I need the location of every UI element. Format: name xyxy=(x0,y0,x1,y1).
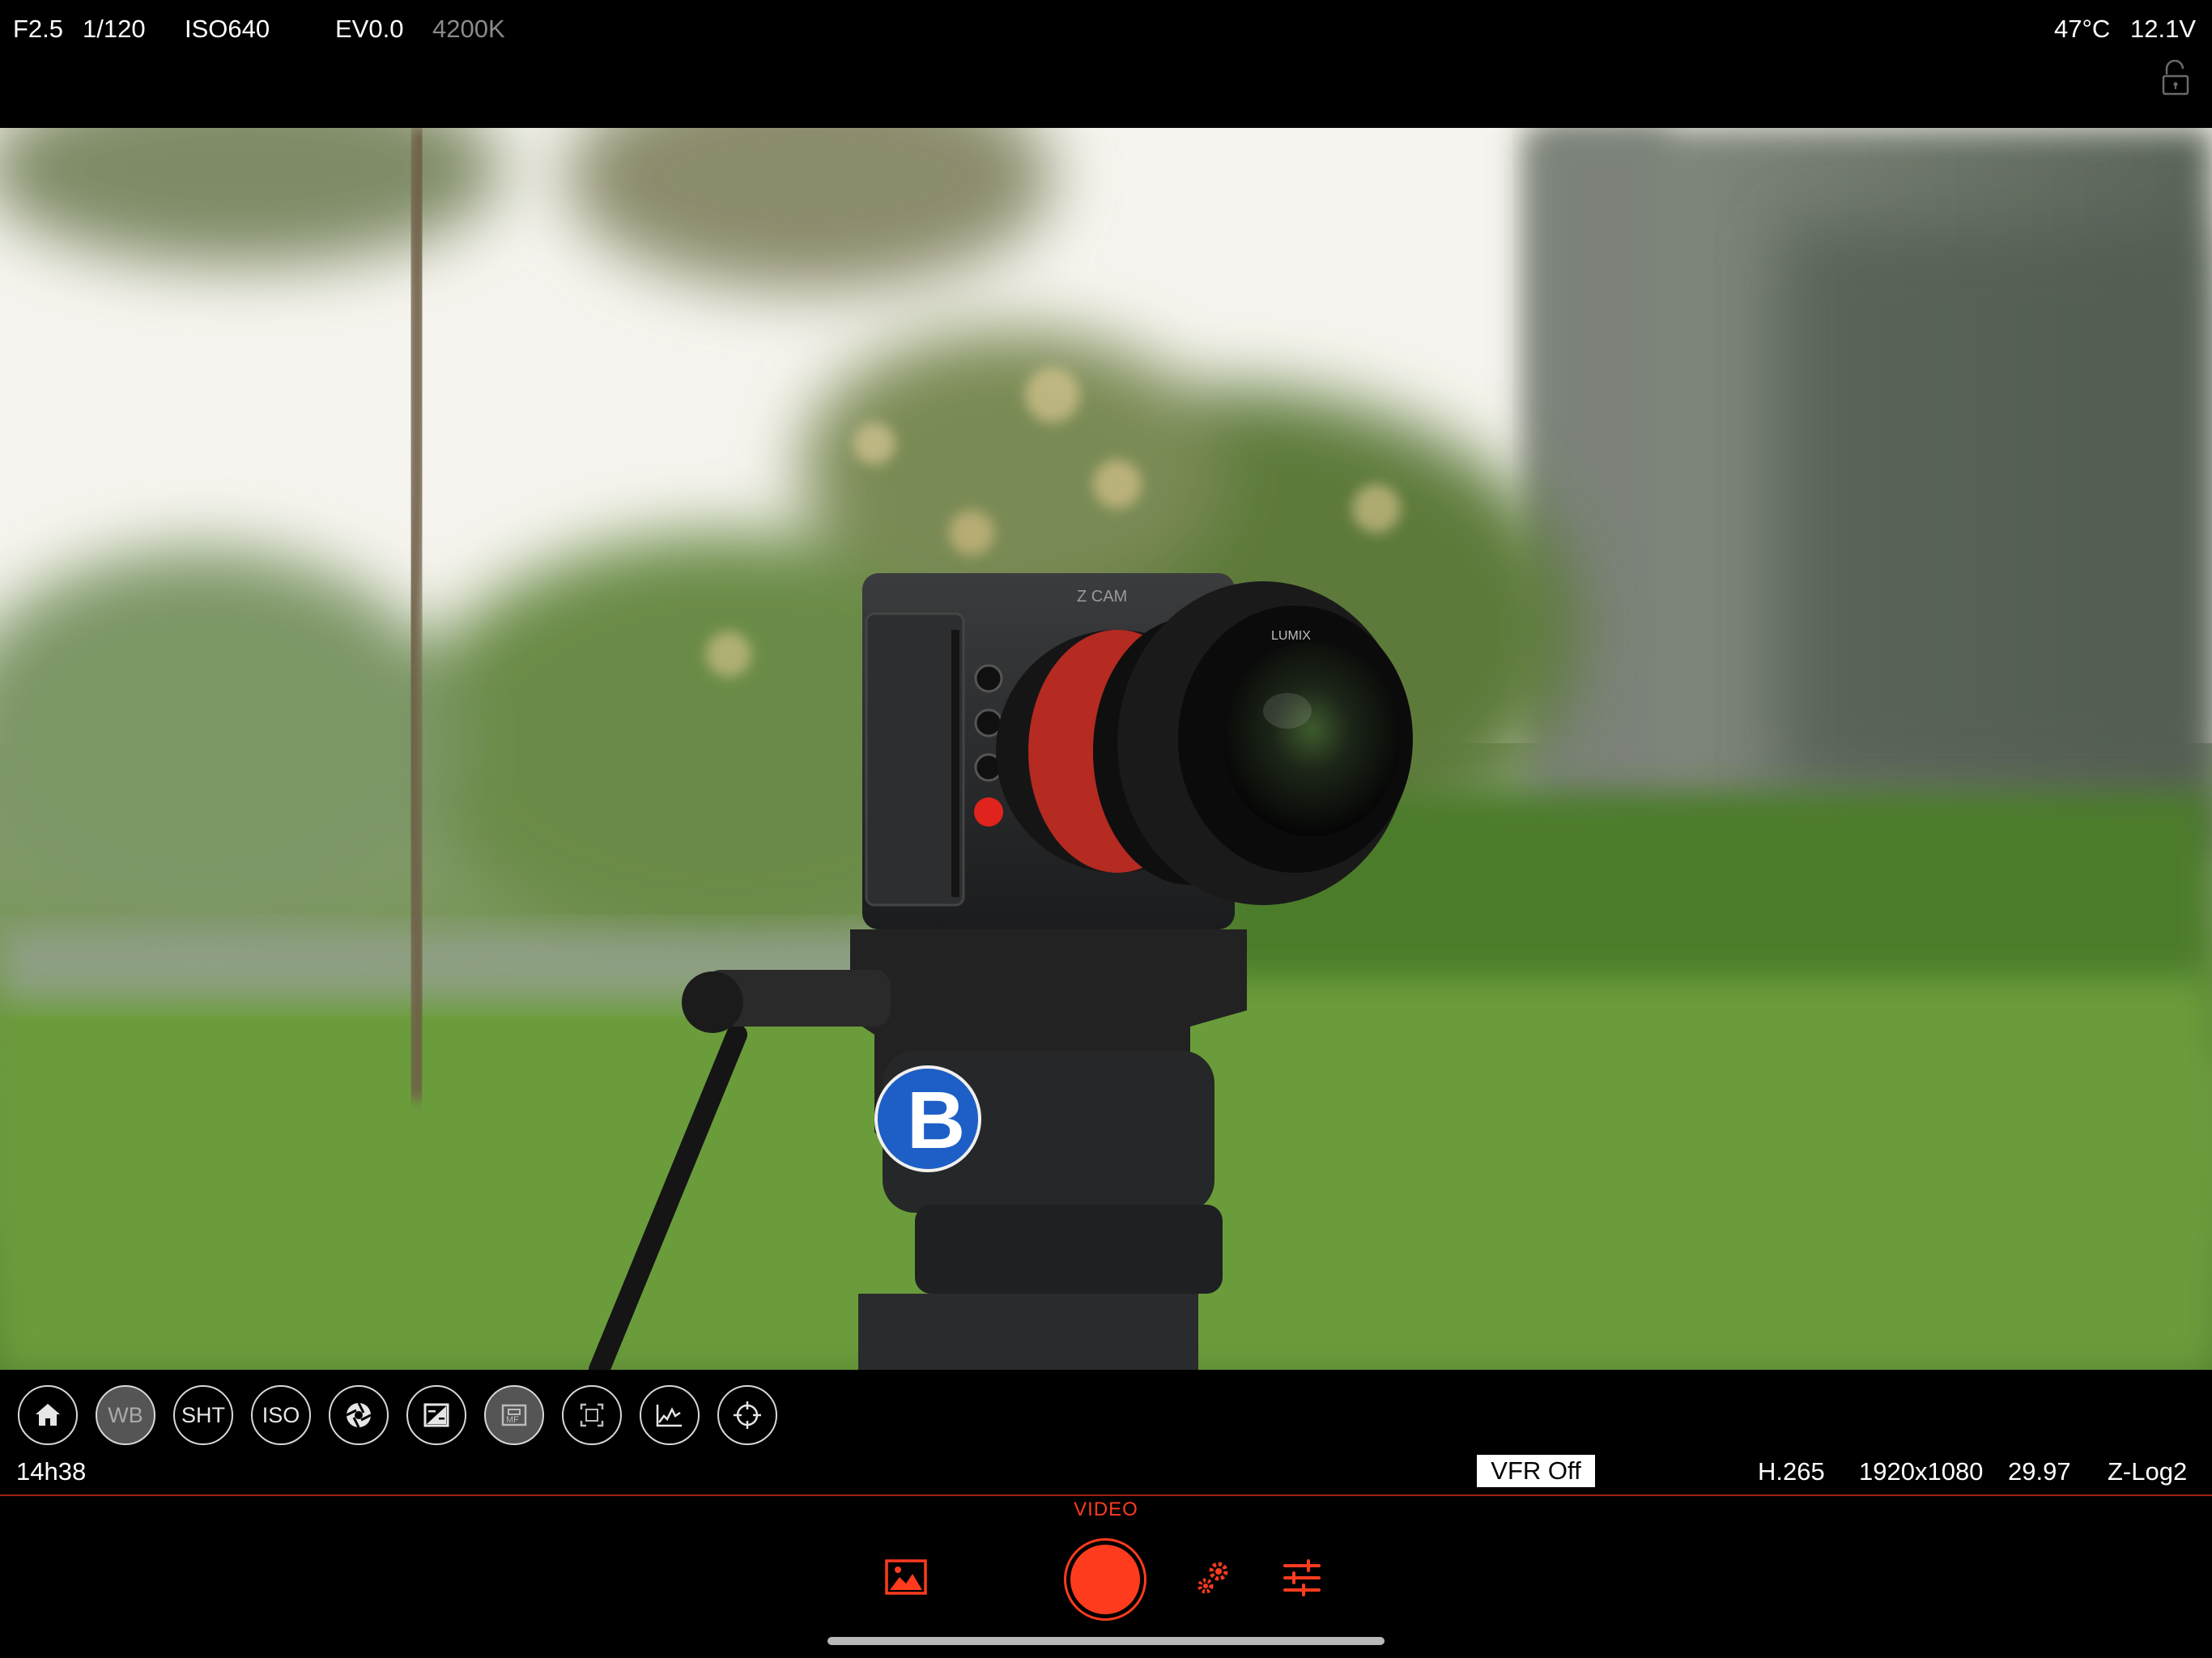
crosshair-icon xyxy=(734,1401,761,1429)
record-dot xyxy=(1070,1545,1140,1614)
resolution-label[interactable]: 1920x1080 xyxy=(1859,1456,1983,1488)
home-indicator[interactable] xyxy=(827,1637,1385,1645)
iso-value[interactable]: ISO640 xyxy=(185,13,270,45)
white-balance-value[interactable]: 4200K xyxy=(432,13,505,45)
aperture-value[interactable]: F2.5 xyxy=(13,13,63,45)
codec-label[interactable]: H.265 xyxy=(1758,1456,1825,1488)
settings-gears-icon[interactable] xyxy=(1193,1558,1234,1598)
temperature-value: 47°C xyxy=(2054,15,2111,43)
unlock-icon[interactable] xyxy=(2162,60,2189,96)
svg-text:B: B xyxy=(907,1075,965,1166)
exposure-icon xyxy=(423,1403,449,1427)
histogram-icon xyxy=(656,1405,682,1427)
histogram-button[interactable] xyxy=(640,1385,700,1445)
home-icon xyxy=(36,1404,60,1426)
live-view-image: B Z CAM LUMIX xyxy=(0,128,2212,1370)
iso-button[interactable]: ISO xyxy=(251,1385,311,1445)
recording-info-row: 14h38 VFR Off H.265 1920x1080 29.97 Z-Lo… xyxy=(0,1451,2212,1493)
shutter-button[interactable]: SHT xyxy=(173,1385,233,1445)
wb-button[interactable]: WB xyxy=(96,1385,155,1445)
record-button[interactable] xyxy=(1064,1538,1146,1621)
focus-frame-icon xyxy=(580,1403,604,1427)
gamma-label[interactable]: Z-Log2 xyxy=(2108,1456,2187,1488)
exposure-button[interactable] xyxy=(406,1385,466,1445)
live-view[interactable]: B Z CAM LUMIX xyxy=(0,128,2212,1370)
svg-text:Z CAM: Z CAM xyxy=(1077,588,1127,606)
focus-frame-button[interactable] xyxy=(562,1385,622,1445)
aperture-icon xyxy=(346,1402,372,1428)
vfr-badge[interactable]: VFR Off xyxy=(1477,1455,1595,1487)
gallery-icon[interactable] xyxy=(885,1559,927,1595)
framerate-label[interactable]: 29.97 xyxy=(2008,1456,2071,1488)
svg-text:MF: MF xyxy=(506,1415,519,1425)
home-button[interactable] xyxy=(18,1385,78,1445)
af-mf-button[interactable]: MF xyxy=(484,1385,544,1445)
aperture-button[interactable] xyxy=(329,1385,389,1445)
top-status-bar: F2.5 1/120 ISO640 EV0.0 4200K 47°C 12.1V xyxy=(0,0,2212,128)
crosshair-button[interactable] xyxy=(717,1385,777,1445)
sliders-icon[interactable] xyxy=(1283,1559,1321,1596)
tool-button-row: WB SHT ISO MF xyxy=(0,1370,2212,1451)
voltage-value: 12.1V xyxy=(2130,15,2197,43)
shutter-value[interactable]: 1/120 xyxy=(83,13,146,45)
divider-line xyxy=(0,1494,2212,1496)
af-mf-icon: MF xyxy=(501,1404,527,1426)
svg-text:LUMIX: LUMIX xyxy=(1271,629,1311,643)
ev-value[interactable]: EV0.0 xyxy=(335,13,403,45)
remaining-time: 14h38 xyxy=(16,1457,87,1486)
mode-label[interactable]: VIDEO xyxy=(1036,1499,1176,1521)
